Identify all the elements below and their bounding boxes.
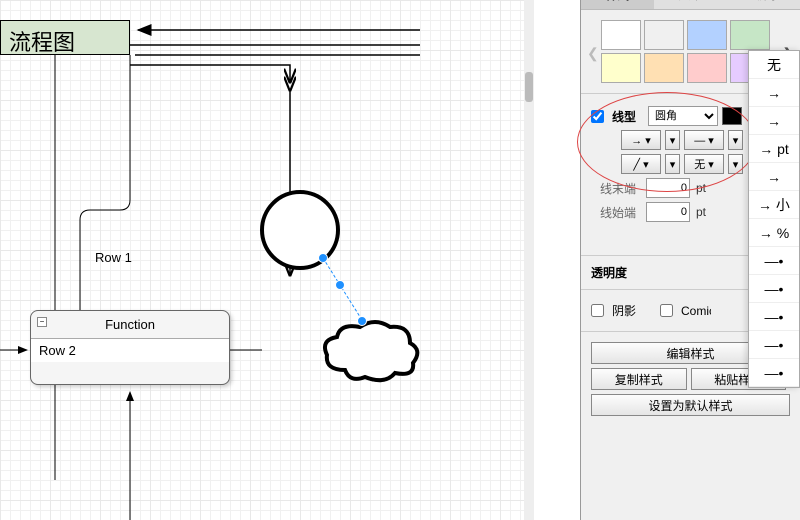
- arrow-option-none[interactable]: 无: [749, 51, 799, 79]
- scrollbar-thumb[interactable]: [525, 72, 533, 102]
- swatch[interactable]: [687, 20, 727, 50]
- function-node[interactable]: − Function Row 2: [30, 310, 230, 385]
- swatch[interactable]: [687, 53, 727, 83]
- swatch[interactable]: [644, 20, 684, 50]
- function-header[interactable]: Function: [31, 311, 229, 339]
- selection-handle[interactable]: [357, 316, 367, 326]
- swatch[interactable]: [644, 53, 684, 83]
- arrow-option[interactable]: → 小: [749, 191, 799, 219]
- arrow-style-popup: 无 → → → pt → → 小 → % —• —• —• —• —•: [748, 50, 800, 388]
- line-checkbox[interactable]: [591, 110, 604, 123]
- flowchart-title-box[interactable]: 流程图: [0, 20, 130, 55]
- line-pattern-select[interactable]: — ▾: [684, 130, 724, 150]
- line-pattern-dropdown[interactable]: ▾: [728, 130, 743, 150]
- opacity-header: 透明度: [591, 266, 627, 280]
- canvas-vertical-scrollbar[interactable]: [524, 0, 534, 520]
- diagram-canvas[interactable]: 流程图 Row 1 − Function Row 2: [0, 0, 530, 520]
- connector-dropdown[interactable]: ▾: [665, 154, 680, 174]
- selection-handle[interactable]: [335, 280, 345, 290]
- line-style-select[interactable]: 圆角: [648, 106, 718, 126]
- title-text: 流程图: [9, 30, 75, 55]
- arrow-option[interactable]: —•: [749, 359, 799, 387]
- copy-style-button[interactable]: 复制样式: [591, 368, 687, 390]
- comic-checkbox[interactable]: [660, 304, 673, 317]
- tab-style[interactable]: 样式: [581, 0, 654, 9]
- unit-label: pt: [696, 181, 706, 195]
- connector-type-select[interactable]: ╱ ▾: [621, 154, 661, 174]
- arrow-option[interactable]: → pt: [749, 135, 799, 163]
- start-size-input[interactable]: [646, 202, 690, 222]
- arrow-option[interactable]: —•: [749, 275, 799, 303]
- cloud-node[interactable]: [315, 315, 425, 395]
- swatch[interactable]: [601, 53, 641, 83]
- comic-label: Comic风格: [681, 302, 711, 319]
- grid-background: [0, 0, 530, 520]
- arrow-option[interactable]: →: [749, 163, 799, 191]
- arrow-option[interactable]: —•: [749, 247, 799, 275]
- arrow-option[interactable]: —•: [749, 303, 799, 331]
- arrow-end-dropdown[interactable]: ▾: [665, 130, 680, 150]
- row1-edge-label[interactable]: Row 1: [95, 250, 132, 265]
- set-default-style-button[interactable]: 设置为默认样式: [591, 394, 790, 416]
- line-color[interactable]: [722, 107, 742, 125]
- panel-tabs: 样式 文本 排列: [581, 0, 800, 10]
- shadow-label: 阴影: [612, 302, 636, 319]
- shadow-checkbox[interactable]: [591, 304, 604, 317]
- line-label: 线型: [612, 108, 636, 125]
- start-size-label: 线始端: [591, 204, 636, 221]
- tab-text[interactable]: 文本: [654, 0, 727, 9]
- end-size-input[interactable]: [646, 178, 690, 198]
- collapse-icon[interactable]: −: [37, 317, 47, 327]
- arrow-option[interactable]: → %: [749, 219, 799, 247]
- arrow-end-select[interactable]: → ▾: [621, 130, 661, 150]
- tab-arrange[interactable]: 排列: [727, 0, 800, 9]
- swatch-prev-icon[interactable]: ❮: [587, 45, 599, 62]
- arrow-start-dropdown[interactable]: ▾: [728, 154, 743, 174]
- unit-label: pt: [696, 205, 706, 219]
- arrow-start-select[interactable]: 无 ▾: [684, 154, 724, 174]
- swatch[interactable]: [730, 20, 770, 50]
- arrow-option[interactable]: →: [749, 107, 799, 135]
- arrow-option[interactable]: →: [749, 79, 799, 107]
- selection-handle[interactable]: [318, 253, 328, 263]
- circle-node[interactable]: [260, 190, 340, 270]
- arrow-option[interactable]: —•: [749, 331, 799, 359]
- end-size-label: 线末端: [591, 180, 636, 197]
- swatch[interactable]: [601, 20, 641, 50]
- function-row[interactable]: Row 2: [31, 339, 229, 362]
